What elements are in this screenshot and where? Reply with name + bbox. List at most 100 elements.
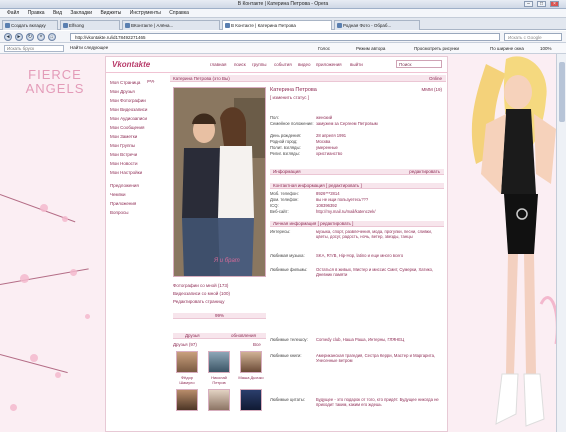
info-value[interactable]: христианство	[316, 151, 444, 156]
info-value[interactable]: замужем за Сергеем Петровым	[316, 121, 444, 126]
info-value[interactable]: SKA, R'n'B, Hip-Hop, latino и еще много …	[316, 253, 444, 258]
vk-nav-groups[interactable]: группы	[252, 62, 266, 67]
tab-vk-katerina[interactable]: В Контакте | Катерина Петрова	[222, 20, 332, 30]
menu-help[interactable]: Справка	[169, 9, 189, 18]
close-button[interactable]: ×	[550, 1, 559, 7]
friends-updates-link[interactable]: обновления	[231, 333, 256, 338]
friend-avatar[interactable]	[176, 389, 198, 411]
profile-progress: 99%	[173, 313, 266, 319]
info-value[interactable]: умеренные	[316, 145, 444, 150]
info-key: Любимые книги:	[270, 353, 302, 358]
menu-view[interactable]: Вид	[53, 9, 62, 18]
back-button[interactable]: ◄	[4, 33, 12, 41]
edit-info-link[interactable]: редактировать	[409, 169, 440, 175]
info-value[interactable]: женский	[316, 115, 444, 120]
scrollbar-thumb[interactable]	[559, 62, 565, 122]
menu-edit[interactable]: Правка	[28, 9, 45, 18]
edit-link[interactable]: ред.	[147, 78, 155, 83]
vk-icon	[225, 23, 230, 28]
friend-avatar[interactable]	[176, 351, 198, 373]
friend-name[interactable]: Маша Дьячко	[238, 375, 264, 380]
info-value[interactable]: Comedy club, Наша Раша, Интерны, ГЛЯНЕЦ	[316, 337, 444, 342]
vk-nav-main[interactable]: главная	[210, 62, 227, 67]
minimize-button[interactable]: –	[524, 1, 533, 7]
info-key: Любимые цитаты:	[270, 397, 305, 402]
menu-tools[interactable]: Инструменты	[130, 9, 161, 18]
vk-nav-search[interactable]: поиск	[234, 62, 246, 67]
vk-nav-events[interactable]: события	[274, 62, 292, 67]
info-section-header: Информация редактировать	[270, 169, 444, 175]
voice-button[interactable]: Голос	[318, 45, 330, 52]
menu-bookmarks[interactable]: Закладки	[70, 9, 92, 18]
maximize-button[interactable]: □	[537, 1, 546, 7]
zoom-level[interactable]: 100%	[540, 45, 552, 52]
stop-button[interactable]: ×	[37, 33, 45, 41]
menu-file[interactable]: Файл	[7, 9, 19, 18]
logo-line: ANGELS	[25, 81, 85, 96]
menu-widgets[interactable]: Виджеты	[100, 9, 121, 18]
friend-avatar[interactable]	[240, 389, 262, 411]
nav-my-friends[interactable]: Мои Друзья	[110, 87, 170, 96]
profile-photo[interactable]: Я и брат	[173, 87, 266, 277]
blossom-decoration	[20, 274, 29, 283]
nav-questions[interactable]: Вопросы	[110, 208, 170, 217]
friends-count-link[interactable]: Друзья (97)	[173, 342, 197, 347]
tab-vk-alena[interactable]: ВКонтакте | Алёна...	[122, 20, 220, 30]
tab-new[interactable]: Создать вкладку	[2, 20, 58, 30]
nav-my-news[interactable]: Мои Новости	[110, 159, 170, 168]
vk-search-input[interactable]: Поиск	[396, 60, 442, 68]
nav-my-settings[interactable]: Мои Настройки	[110, 168, 170, 177]
images-button[interactable]: Просмотреть рисунки	[414, 45, 459, 52]
friends-all-link[interactable]: Все	[253, 342, 261, 347]
reload-button[interactable]: ↻	[26, 33, 34, 41]
find-input[interactable]: Искать бруск	[4, 45, 64, 52]
nav-champions[interactable]: Чемпки	[110, 190, 170, 199]
author-mode-button[interactable]: Режим автора	[356, 45, 385, 52]
search-input[interactable]: Искать с Google	[504, 33, 562, 41]
nav-my-events[interactable]: Мои Встречи	[110, 150, 170, 159]
tab-elfsong[interactable]: Elfsong	[60, 20, 120, 30]
nav-my-groups[interactable]: Мои Группы	[110, 141, 170, 150]
couple-photo-image	[174, 88, 265, 276]
info-value: Будущее - это подарок от того, кто придё…	[316, 397, 439, 408]
vertical-scrollbar[interactable]	[556, 54, 566, 432]
info-key: Семейное положение:	[270, 121, 314, 126]
edit-personal-link[interactable]: [ редактировать ]	[318, 221, 354, 226]
nav-my-page[interactable]: Моя Страница	[110, 78, 170, 87]
info-value[interactable]: Американская трагедия, Сестра Керри, Мас…	[316, 353, 444, 364]
nav-my-notes[interactable]: Мои Заметки	[110, 132, 170, 141]
nav-my-videos[interactable]: Мои Видеозаписи	[110, 105, 170, 114]
friend-avatar[interactable]	[208, 351, 230, 373]
photos-with-me-link[interactable]: Фотографии со мной (173)	[173, 283, 228, 288]
videos-with-me-link[interactable]: Видеозаписи со мной (100)	[173, 291, 230, 296]
nav-apps[interactable]: Приложения	[110, 199, 170, 208]
home-button[interactable]: ⌂	[48, 33, 56, 41]
address-bar[interactable]: http://vkontakte.ru/id178492271465	[70, 33, 500, 41]
contact-section-header: Контактная информация [ редактировать ]	[270, 183, 444, 189]
info-value[interactable]: Остаться в живых, Мистер и миссис Смит, …	[316, 267, 444, 278]
friend-avatar[interactable]	[240, 351, 262, 373]
nav-my-messages[interactable]: Мои Сообщения	[110, 123, 170, 132]
info-value[interactable]: музыка, спорт, развлечения, мода, прогул…	[316, 229, 444, 240]
tab-photo[interactable]: Родная Фото - Обраб...	[334, 20, 420, 30]
change-status-link[interactable]: [ изменить статус ]	[270, 95, 309, 100]
forward-button[interactable]: ►	[15, 33, 23, 41]
find-next-button[interactable]: Найти следующее	[70, 45, 108, 50]
vk-nav-apps[interactable]: приложения	[316, 62, 342, 67]
edit-contact-link[interactable]: [ редактировать ]	[326, 183, 362, 188]
friend-avatar[interactable]	[208, 389, 230, 411]
vk-nav-video[interactable]: видео	[298, 62, 311, 67]
nav-offers[interactable]: Предложения	[110, 181, 170, 190]
edit-page-link[interactable]: Редактировать страницу	[173, 299, 224, 304]
nav-my-audio[interactable]: Мои Аудиозаписи	[110, 114, 170, 123]
nav-my-photos[interactable]: Мои Фотографии	[110, 96, 170, 105]
vk-logo[interactable]: Vkontakte	[112, 60, 150, 69]
friend-name[interactable]: Фёдор Шамуло	[174, 375, 200, 385]
info-value[interactable]: 28 апреля 1991	[316, 133, 444, 138]
info-value[interactable]: Москва	[316, 139, 444, 144]
mmm-badge[interactable]: МММ (19)	[422, 87, 443, 92]
vk-nav-logout[interactable]: выйти	[350, 62, 363, 67]
fit-width-button[interactable]: По ширине окна	[490, 45, 524, 52]
website-link[interactable]: http://my.mail.ru/mail/katenczek/	[316, 209, 444, 214]
friend-name[interactable]: Николай Петров	[206, 375, 232, 385]
